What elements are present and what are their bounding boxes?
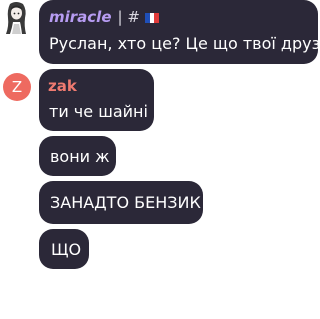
author-tag: | # [117,8,140,26]
message-text: ти че шайні [49,102,148,121]
message-bubble[interactable]: ЗАНАДТО БЕНЗИК [39,181,203,224]
message-text: вони ж [50,147,110,166]
message-text: Руслан, хто це? Це що твої друзі? [49,34,320,53]
message-header: miracle | # [49,8,159,26]
author-name-miracle[interactable]: miracle [49,8,112,26]
miracle-avatar-image [2,0,31,36]
author-name-zak[interactable]: zak [48,77,77,95]
france-flag-icon [144,12,159,23]
message-bubble[interactable]: ЩО [39,229,89,269]
miracle-avatar[interactable] [2,0,31,36]
avatar-letter: Z [11,78,23,96]
message-bubble[interactable]: вони ж [39,136,116,176]
message-text: ЩО [51,240,82,259]
message-bubble-miracle[interactable]: miracle | # Руслан, хто це? Це що твої д… [39,0,320,64]
message-text: ЗАНАДТО БЕНЗИК [50,193,201,212]
zak-avatar[interactable]: Z [3,73,31,101]
message-bubble-zak[interactable]: zak ти че шайні [39,69,154,131]
